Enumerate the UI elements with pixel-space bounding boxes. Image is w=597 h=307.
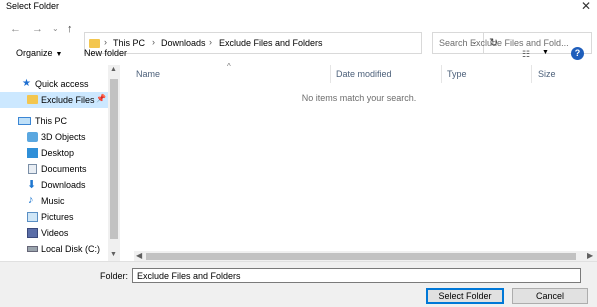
- sidebar-item-label: Music: [41, 196, 65, 206]
- sort-caret-icon: ^: [227, 62, 231, 71]
- column-divider[interactable]: [531, 65, 532, 83]
- scrollbar-thumb[interactable]: [146, 253, 576, 260]
- sidebar-item-exclude-files[interactable]: Exclude Files 📌: [0, 92, 108, 108]
- sidebar-item-this-pc[interactable]: This PC: [0, 113, 108, 129]
- cube-icon: [27, 132, 38, 142]
- sidebar-item-downloads[interactable]: ⬇ Downloads: [0, 177, 108, 193]
- column-divider[interactable]: [330, 65, 331, 83]
- back-arrow-icon[interactable]: ←: [10, 23, 21, 35]
- navigation-scrollbar[interactable]: ▲ ▼: [108, 65, 120, 261]
- forward-arrow-icon[interactable]: →: [32, 23, 43, 35]
- scroll-down-icon[interactable]: ▼: [110, 251, 117, 258]
- sidebar-item-3d-objects[interactable]: 3D Objects: [0, 129, 108, 145]
- folder-label: Folder:: [100, 271, 129, 281]
- caret-down-icon: ▼: [55, 51, 63, 58]
- folder-field[interactable]: [132, 268, 581, 283]
- sidebar-item-label: Documents: [41, 164, 87, 174]
- sidebar-item-documents[interactable]: Documents: [0, 161, 108, 177]
- sidebar-item-label: Quick access: [35, 79, 89, 89]
- sidebar-item-label: Exclude Files: [41, 95, 95, 105]
- column-header-size[interactable]: Size: [538, 69, 556, 79]
- disk-icon: [27, 246, 38, 252]
- window-title: Select Folder: [6, 1, 60, 11]
- chevron-down-icon[interactable]: ⌄: [52, 24, 59, 33]
- scroll-left-icon[interactable]: ◀: [136, 251, 142, 260]
- organize-label: Organize: [16, 48, 53, 58]
- sidebar-item-quick-access[interactable]: ★ Quick access: [0, 76, 108, 92]
- help-icon[interactable]: ?: [571, 47, 584, 60]
- sidebar-item-label: 3D Objects: [41, 132, 86, 142]
- organize-button[interactable]: Organize ▼: [16, 48, 62, 58]
- column-divider[interactable]: [441, 65, 442, 83]
- sidebar-item-pictures[interactable]: Pictures: [0, 209, 108, 225]
- title-bar: Select Folder ✕: [0, 0, 597, 14]
- sidebar-item-music[interactable]: ♪ Music: [0, 193, 108, 209]
- download-icon: ⬇: [27, 179, 37, 191]
- sidebar-item-videos[interactable]: Videos: [0, 225, 108, 241]
- view-options-icon[interactable]: ☷: [522, 49, 530, 60]
- dialog-footer: Folder: Select Folder Cancel: [0, 261, 597, 307]
- star-icon: ★: [22, 78, 31, 89]
- sidebar-item-label: Videos: [41, 228, 69, 238]
- navigation-bar: ← → ⌄ ↑ › This PC › Downloads › Exclude …: [0, 14, 597, 54]
- view-chevron-icon[interactable]: ▼: [542, 49, 549, 56]
- empty-message: No items match your search.: [301, 93, 417, 103]
- sidebar-item-label: This PC: [35, 116, 68, 126]
- pin-icon[interactable]: 📌: [96, 94, 106, 103]
- sidebar-item-label: Downloads: [41, 180, 86, 190]
- sidebar-item-local-disk[interactable]: Local Disk (C:): [0, 241, 108, 257]
- scroll-up-icon[interactable]: ▲: [110, 66, 117, 73]
- close-icon[interactable]: ✕: [581, 0, 591, 13]
- desktop-icon: [27, 148, 38, 158]
- sidebar-item-label: Desktop: [41, 148, 75, 158]
- scrollbar-thumb[interactable]: [110, 79, 118, 239]
- column-header-name[interactable]: Name: [136, 69, 160, 79]
- sidebar-item-label: Local Disk (C:): [41, 244, 101, 254]
- navigation-pane: ★ Quick access Exclude Files 📌 This PC 3…: [0, 65, 120, 261]
- column-header-row: ^ Name Date modified Type Size: [121, 62, 597, 83]
- new-folder-button[interactable]: New folder: [84, 48, 127, 58]
- file-list: ^ Name Date modified Type Size No items …: [121, 62, 597, 262]
- folder-icon: [27, 95, 38, 104]
- documents-icon: [28, 164, 37, 174]
- column-header-date-modified[interactable]: Date modified: [336, 69, 392, 79]
- music-icon: ♪: [28, 194, 34, 206]
- cancel-button[interactable]: Cancel: [512, 288, 588, 304]
- command-bar: Organize ▼ New folder ☷ ▼ ?: [0, 44, 597, 64]
- up-arrow-icon[interactable]: ↑: [67, 23, 73, 35]
- scroll-right-icon[interactable]: ▶: [587, 251, 593, 260]
- pictures-icon: [27, 212, 38, 222]
- videos-icon: [27, 228, 38, 238]
- sidebar-item-desktop[interactable]: Desktop: [0, 145, 108, 161]
- select-folder-button[interactable]: Select Folder: [426, 288, 504, 304]
- computer-icon: [18, 117, 31, 125]
- column-header-type[interactable]: Type: [447, 69, 467, 79]
- sidebar-item-label: Pictures: [41, 212, 74, 222]
